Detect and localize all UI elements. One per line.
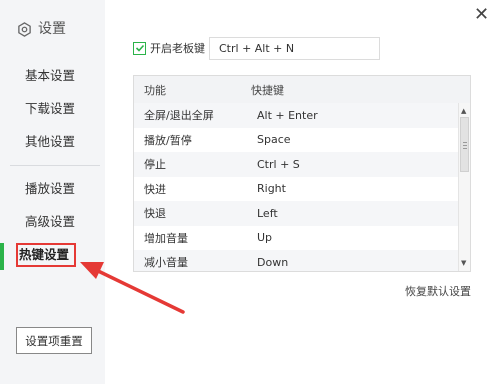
shortcut-cell[interactable]: Alt + Enter	[257, 109, 318, 122]
table-header: 功能 快捷键	[134, 76, 470, 103]
shortcut-cell[interactable]: Ctrl + S	[257, 158, 300, 171]
boss-key-input[interactable]: Ctrl + Alt + N	[209, 37, 380, 60]
triangle-down-icon[interactable]: ▼	[461, 259, 466, 267]
boss-key-label: 开启老板键	[150, 42, 205, 55]
triangle-up-icon[interactable]: ▲	[461, 107, 466, 115]
column-header-function: 功能	[144, 83, 166, 97]
sidebar-divider	[10, 165, 100, 166]
table-row[interactable]: 快退 Left	[134, 201, 459, 226]
sidebar-item-advanced[interactable]: 高级设置	[0, 214, 100, 230]
table-row[interactable]: 停止 Ctrl + S	[134, 152, 459, 177]
annotation-highlight-box	[16, 243, 76, 267]
boss-key-toggle[interactable]: 开启老板键	[133, 37, 205, 59]
restore-default-link[interactable]: 恢复默认设置	[405, 283, 471, 299]
sidebar-header: 设置	[17, 20, 66, 38]
checkmark-icon	[135, 44, 144, 52]
scrollbar-thumb[interactable]	[460, 117, 469, 172]
table-scrollbar[interactable]: ▲ ▼	[458, 103, 470, 271]
function-cell: 全屏/退出全屏	[144, 109, 214, 123]
sidebar-item-basic[interactable]: 基本设置	[0, 68, 100, 84]
column-header-shortcut: 快捷键	[251, 83, 284, 97]
close-icon[interactable]: ✕	[474, 6, 489, 24]
function-cell: 播放/暂停	[144, 133, 192, 147]
shortcut-cell[interactable]: Left	[257, 207, 278, 220]
sidebar-item-other[interactable]: 其他设置	[0, 134, 100, 150]
function-cell: 减小音量	[144, 256, 188, 270]
shortcut-cell[interactable]: Right	[257, 182, 286, 195]
reset-settings-button[interactable]: 设置项重置	[16, 327, 92, 354]
boss-key-checkbox[interactable]	[133, 41, 146, 55]
table-row[interactable]: 快进 Right	[134, 176, 459, 201]
gear-icon	[18, 21, 31, 37]
grip-line	[463, 148, 467, 149]
table-row[interactable]: 增加音量 Up	[134, 225, 459, 250]
table-row[interactable]: 播放/暂停 Space	[134, 127, 459, 152]
settings-sidebar: 设置 基本设置 下载设置 其他设置 播放设置 高级设置 热键设置 设置项重置	[0, 0, 105, 384]
function-cell: 停止	[144, 158, 166, 172]
hotkey-table: 功能 快捷键 全屏/退出全屏 Alt + Enter 播放/暂停 Space 停…	[133, 75, 471, 272]
table-row[interactable]: 减小音量 Down	[134, 250, 459, 271]
function-cell: 增加音量	[144, 231, 188, 245]
shortcut-cell[interactable]: Down	[257, 256, 288, 269]
grip-line	[463, 145, 467, 146]
function-cell: 快退	[144, 207, 166, 221]
table-body: 全屏/退出全屏 Alt + Enter 播放/暂停 Space 停止 Ctrl …	[134, 103, 459, 271]
shortcut-cell[interactable]: Up	[257, 231, 272, 244]
shortcut-cell[interactable]: Space	[257, 133, 291, 146]
sidebar-title: 设置	[38, 21, 66, 37]
table-row[interactable]: 全屏/退出全屏 Alt + Enter	[134, 103, 459, 128]
sidebar-item-download[interactable]: 下载设置	[0, 101, 100, 117]
grip-line	[463, 142, 467, 143]
sidebar-item-playback[interactable]: 播放设置	[0, 181, 100, 197]
function-cell: 快进	[144, 182, 166, 196]
